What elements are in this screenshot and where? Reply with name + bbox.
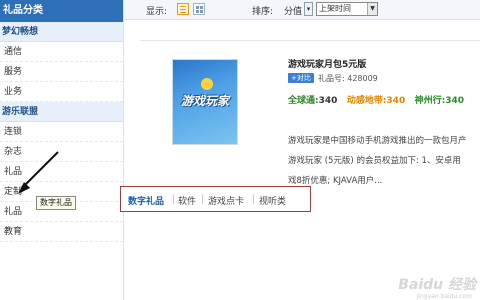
popup-divider [253, 194, 254, 204]
price-value-easyown: 340 [445, 96, 465, 106]
sort-by-score[interactable]: 分值 [284, 4, 302, 17]
sidebar-group-1[interactable]: 梦幻畅想 [0, 22, 123, 42]
grid-view-icon[interactable] [193, 3, 205, 15]
description-line: 游戏玩家 (5元版) 的会员权益加下: 1、安卓用 [288, 156, 461, 166]
description-line: 戏8折优惠; KJAVA用户... [288, 176, 383, 186]
list-view-icon[interactable] [177, 3, 189, 15]
popup-item-audio-video[interactable]: 视听类 [259, 194, 286, 207]
toolbar: 显示: 排序: 分值 ▾ 上架时间 ▼ [124, 0, 480, 20]
annotation-arrow-icon [18, 151, 59, 194]
sort-label: 排序: [252, 7, 274, 17]
price-value-gotone: 340 [318, 96, 338, 106]
description-line: 游戏玩家是中国移动手机游戏推出的一款包月产 [288, 136, 467, 146]
popup-divider [202, 194, 203, 204]
sort-select-value: 上架时间 [319, 4, 351, 13]
smiley-icon [201, 78, 213, 90]
popup-divider [173, 194, 174, 204]
subcategory-popup: 数字礼品 软件 游戏点卡 视听类 [120, 186, 311, 212]
gift-number: 礼品号: 428009 [318, 74, 378, 83]
sidebar-item[interactable]: 教育 [0, 222, 123, 242]
price-label-mzone: 动感地带: [346, 96, 387, 106]
sidebar-item[interactable]: 业务 [0, 82, 123, 102]
sidebar-group-2[interactable]: 游乐联盟 [0, 102, 123, 122]
product-title[interactable]: 游戏玩家月包5元版 [288, 57, 366, 70]
sidebar-header: 礼品分类 [0, 0, 123, 22]
sort-direction-icon[interactable]: ▾ [304, 2, 313, 16]
popup-item-software[interactable]: 软件 [178, 194, 196, 207]
chevron-down-icon: ▼ [367, 3, 377, 15]
baidu-watermark: Baidu 经验 [398, 277, 476, 293]
popup-item-digital-gift[interactable]: 数字礼品 [128, 194, 164, 207]
product-logo: 游戏玩家 [180, 94, 229, 108]
price-value-mzone: 340 [386, 96, 406, 106]
price-label-gotone: 全球通: [288, 96, 319, 106]
main-content: 显示: 排序: 分值 ▾ 上架时间 ▼ 游戏玩家 游戏玩家月包5元版 +对比 礼… [124, 0, 480, 300]
sort-select[interactable]: 上架时间 ▼ [316, 2, 378, 16]
product-description: 游戏玩家是中国移动手机游戏推出的一款包月产 游戏玩家 (5元版) 的会员权益加下… [288, 131, 478, 191]
sidebar-item[interactable]: 通信 [0, 42, 123, 62]
popup-item-game-card[interactable]: 游戏点卡 [208, 194, 244, 207]
compare-button[interactable]: +对比 [288, 73, 314, 83]
sidebar-item[interactable]: 连锁 [0, 122, 123, 142]
display-label: 显示: [146, 7, 168, 17]
sidebar-item[interactable]: 服务 [0, 62, 123, 82]
product-image[interactable]: 游戏玩家 [172, 59, 238, 145]
baidu-watermark-url: jingyan.baidu.com [416, 293, 472, 300]
price-list: 全球通:340 动感地带:340 神州行:340 [288, 93, 464, 106]
price-label-easyown: 神州行: [414, 96, 446, 106]
